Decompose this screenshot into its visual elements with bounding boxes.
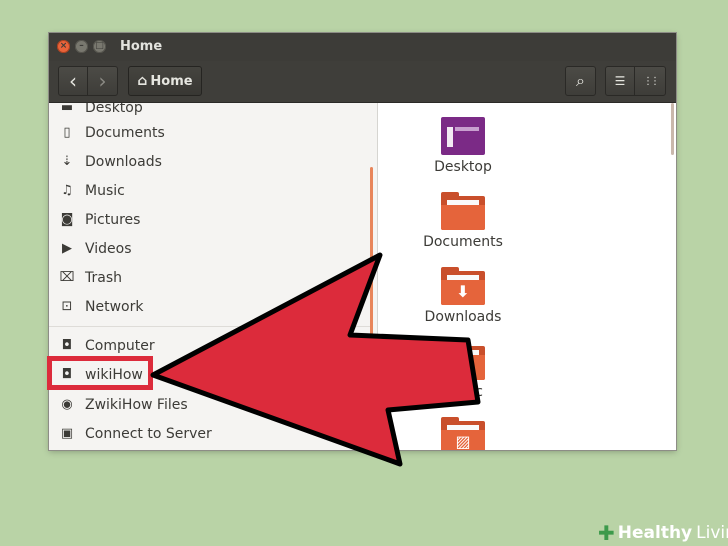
pointer-arrow-graphic bbox=[150, 252, 481, 467]
watermark: ✚ Healthy Living bbox=[598, 521, 728, 545]
plus-logo-icon: ✚ bbox=[598, 521, 615, 545]
watermark-text-1: Healthy bbox=[617, 523, 693, 543]
watermark-text-2: Living bbox=[696, 523, 728, 543]
